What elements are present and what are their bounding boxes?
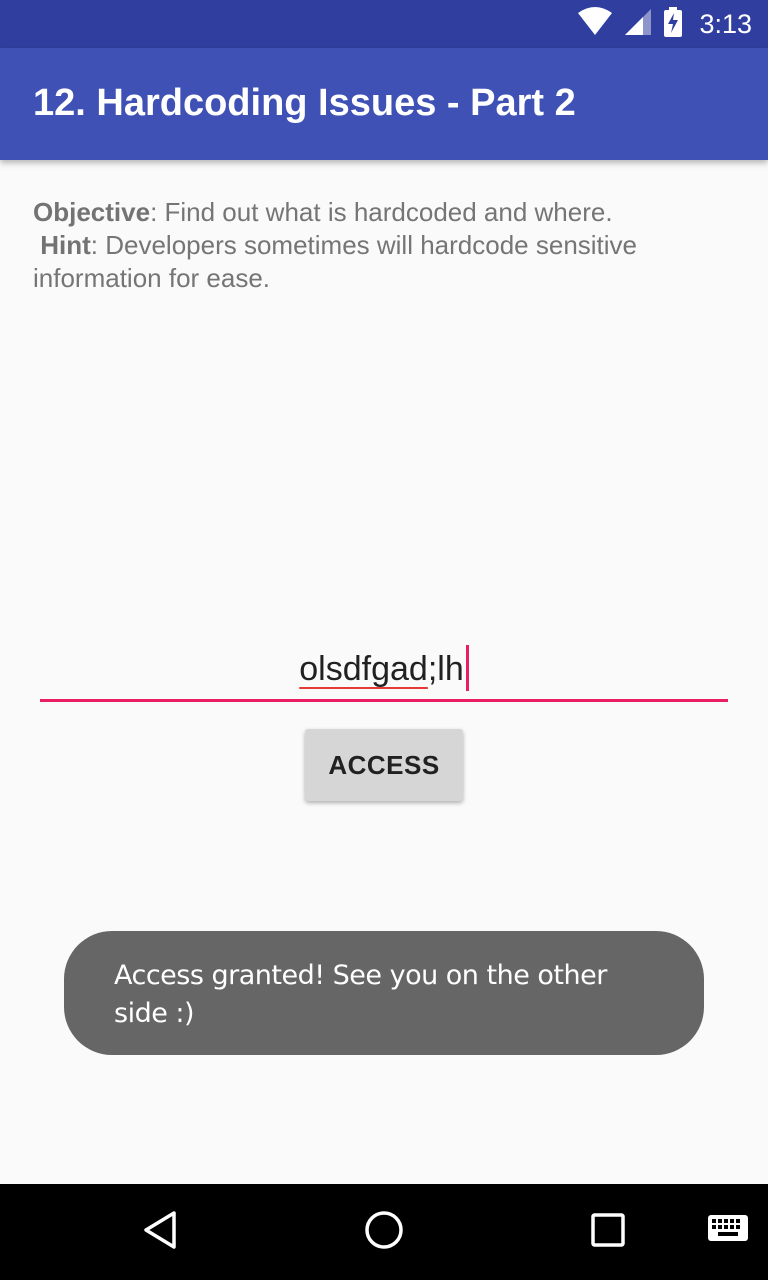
status-time: 3:13 bbox=[699, 8, 752, 39]
status-bar: 3:13 bbox=[0, 0, 768, 48]
battery-charging-icon bbox=[663, 6, 683, 43]
input-value[interactable]: olsdfgad;lh bbox=[40, 645, 728, 694]
recents-button[interactable] bbox=[576, 1184, 640, 1280]
app-bar: 12. Hardcoding Issues - Part 2 bbox=[0, 48, 768, 160]
recents-icon bbox=[590, 1212, 626, 1253]
input-underline bbox=[40, 699, 728, 702]
toast-message: Access granted! See you on the other sid… bbox=[114, 960, 607, 1029]
input-value-underlined: olsdfgad bbox=[299, 649, 428, 688]
description: Objective: Find out what is hardcoded an… bbox=[33, 196, 733, 295]
signal-icon bbox=[623, 7, 653, 42]
hint-text: : Developers sometimes will hardcode sen… bbox=[33, 230, 638, 293]
back-icon bbox=[142, 1210, 178, 1255]
toast: Access granted! See you on the other sid… bbox=[64, 931, 704, 1055]
nav-bar bbox=[0, 1184, 768, 1280]
hint-label: Hint bbox=[40, 230, 91, 260]
objective-text: : Find out what is hardcoded and where. bbox=[150, 197, 613, 227]
keyboard-icon bbox=[707, 1214, 749, 1251]
wifi-icon bbox=[577, 6, 613, 42]
status-icons: 3:13 bbox=[577, 0, 752, 48]
password-input[interactable]: olsdfgad;lh bbox=[40, 640, 728, 704]
input-value-rest: ;lh bbox=[427, 649, 464, 688]
keyboard-switch-button[interactable] bbox=[704, 1184, 752, 1280]
home-icon bbox=[364, 1210, 404, 1255]
access-button[interactable]: ACCESS bbox=[305, 729, 463, 801]
back-button[interactable] bbox=[128, 1184, 192, 1280]
home-button[interactable] bbox=[352, 1184, 416, 1280]
text-cursor bbox=[465, 645, 469, 691]
objective-label: Objective bbox=[33, 197, 151, 227]
page-title: 12. Hardcoding Issues - Part 2 bbox=[33, 82, 576, 124]
